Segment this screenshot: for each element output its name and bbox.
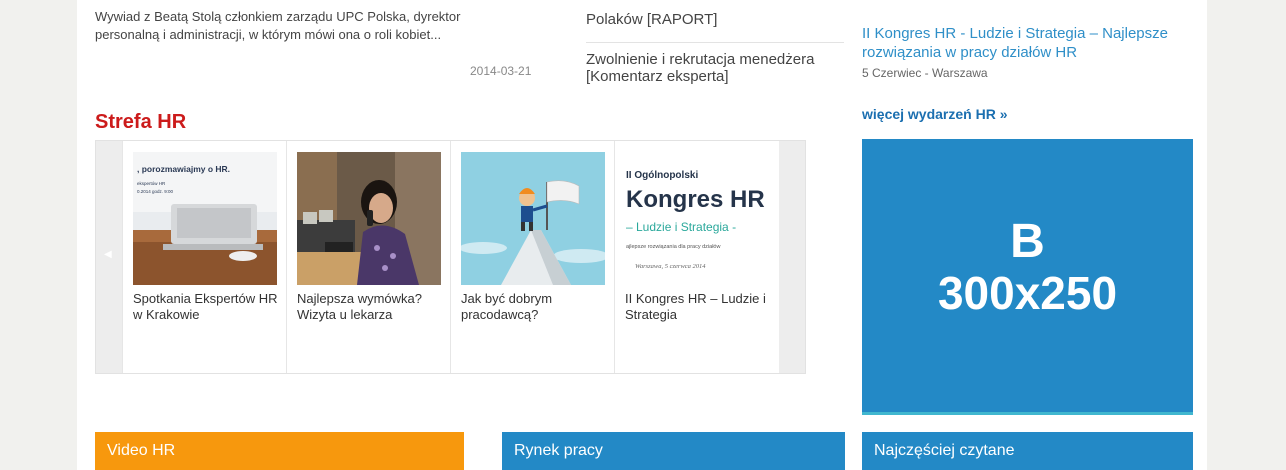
thumb-line-3: – Ludzie i Strategia - — [626, 220, 736, 234]
list-divider — [586, 42, 844, 43]
news-link-zwolnienie[interactable]: Zwolnienie i rekrutacja menedżera [Komen… — [586, 51, 846, 85]
carousel-item-label[interactable]: Spotkania Ekspertów HR w Krakowie — [133, 291, 283, 323]
thumb-line-5: Warszawa, 5 czerwca 2014 — [635, 263, 706, 270]
carousel-item-label[interactable]: II Kongres HR – Ludzie i Strategia — [625, 291, 775, 323]
article-teaser-text[interactable]: Wywiad z Beatą Stolą członkiem zarządu U… — [95, 8, 515, 44]
thumb-headline: , porozmawiajmy o HR. — [137, 164, 230, 174]
thumb-line-2: Kongres HR — [626, 186, 765, 213]
news-link-raport[interactable]: Polaków [RAPORT] — [586, 11, 846, 28]
carousel-item-label[interactable]: Najlepsza wymówka? Wizyta u lekarza — [297, 291, 447, 323]
thumb-line-4: ajlepsze rozwiązania dla pracy działów — [626, 244, 720, 250]
strefa-hr-carousel: ◀ , porozmawiajmy o HR. ekspertów HR 0.2… — [95, 140, 806, 374]
section-header-rynek-pracy[interactable]: Rynek pracy — [502, 432, 845, 470]
article-date: 2014-03-21 — [470, 64, 532, 78]
carousel-item[interactable]: II Ogólnopolski Kongres HR – Ludzie i St… — [614, 141, 778, 373]
thumbnail-kongres-hr-image[interactable]: II Ogólnopolski Kongres HR – Ludzie i St… — [625, 152, 769, 285]
ad-slot-size: 300x250 — [937, 267, 1118, 319]
thumb-subline: ekspertów HR — [137, 181, 166, 186]
thumb-line-1: II Ogólnopolski — [626, 170, 698, 181]
carousel-item[interactable]: Jak być dobrym pracodawcą? — [450, 141, 614, 373]
carousel-item[interactable]: , porozmawiajmy o HR. ekspertów HR 0.201… — [122, 141, 286, 373]
chevron-left-icon: ◀ — [104, 249, 112, 260]
carousel-item-label[interactable]: Jak być dobrym pracodawcą? — [461, 291, 611, 323]
thumbnail-woman-phone-image[interactable] — [297, 152, 441, 285]
ad-slot-letter: B — [1010, 215, 1045, 268]
carousel-item[interactable]: Najlepsza wymówka? Wizyta u lekarza — [286, 141, 450, 373]
more-events-link[interactable]: więcej wydarzeń HR » — [862, 106, 1008, 122]
thumb-date: 0.2014 godz. 9:00 — [137, 189, 174, 194]
ad-banner-b[interactable]: B 300x250 — [862, 139, 1193, 415]
thumbnail-spotkania-image[interactable]: , porozmawiajmy o HR. ekspertów HR 0.201… — [133, 152, 277, 285]
carousel-next-button[interactable] — [779, 141, 805, 373]
carousel-prev-button[interactable]: ◀ — [96, 141, 122, 373]
thumbnail-mountain-flag-image[interactable] — [461, 152, 605, 285]
event-date-location: 5 Czerwiec - Warszawa — [862, 66, 988, 80]
section-title-strefa-hr: Strefa HR — [95, 111, 187, 133]
section-header-video-hr[interactable]: Video HR — [95, 432, 464, 470]
section-header-najczesciej-czytane[interactable]: Najczęściej czytane — [862, 432, 1193, 470]
event-title-link[interactable]: II Kongres HR - Ludzie i Strategia – Naj… — [862, 24, 1202, 62]
